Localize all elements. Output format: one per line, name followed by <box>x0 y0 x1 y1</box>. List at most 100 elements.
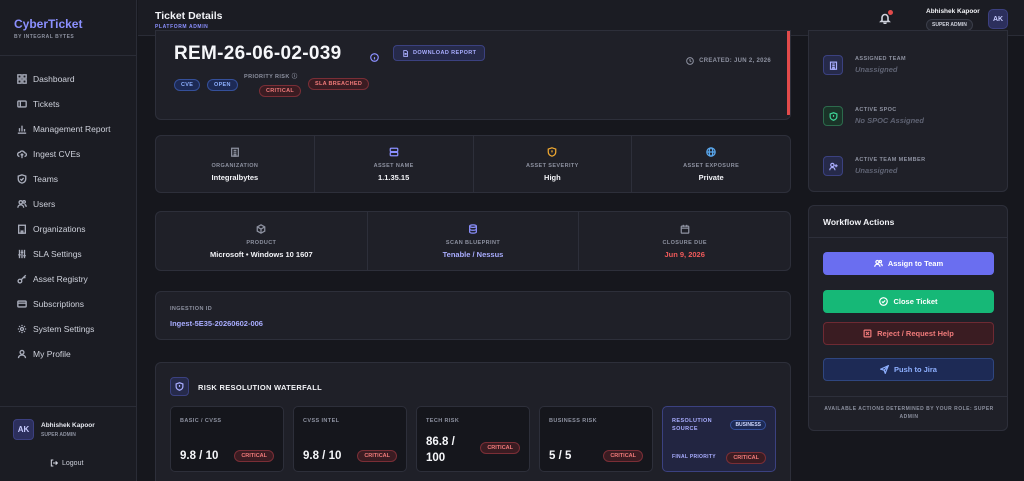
download-report-button[interactable]: DOWNLOAD REPORT <box>393 45 486 61</box>
waterfall-icon-wrapper <box>170 377 189 396</box>
created-date: CREATED: JUN 2, 2026 <box>686 57 771 65</box>
assign-to-team-button[interactable]: Assign to Team <box>823 252 994 275</box>
closure-due-value: Jun 9, 2026 <box>664 249 705 259</box>
tag-cve: CVE <box>174 79 201 91</box>
info-icon <box>370 53 379 62</box>
reject-request-help-button[interactable]: Reject / Request Help <box>823 322 994 345</box>
avatar: AK <box>13 419 34 440</box>
sidebar-divider <box>0 406 137 407</box>
waterfall-step-label: BASIC / CVSS <box>180 418 222 424</box>
building-icon <box>18 224 26 234</box>
product-label: PRODUCT <box>246 239 277 246</box>
sliders-icon <box>18 249 26 258</box>
sidebar-item-label: Tickets <box>33 98 60 109</box>
waterfall-step-label: BUSINESS RISK <box>549 418 597 424</box>
reject-request-help-label: Reject / Request Help <box>877 329 954 338</box>
workflow-role-note: AVAILABLE ACTIONS DETERMINED BY YOUR ROL… <box>824 406 994 420</box>
sla-status-badge: SLA BREACHED <box>308 78 370 90</box>
sidebar-item-label: Dashboard <box>33 73 75 84</box>
sidebar-user[interactable]: AK Abhishek Kapoor SUPER ADMIN <box>13 419 95 440</box>
waterfall-step-badge: CRITICAL <box>357 450 397 462</box>
priority-risk-label: PRIORITY RISK ⓘ <box>244 72 298 80</box>
closure-due-cell: CLOSURE DUE Jun 9, 2026 <box>579 212 790 270</box>
ticket-info-button[interactable] <box>370 49 379 62</box>
severity-accent-bar <box>787 31 790 115</box>
close-ticket-button[interactable]: Close Ticket <box>823 290 994 313</box>
push-to-jira-button[interactable]: Push to Jira <box>823 358 994 381</box>
sidebar-item-teams[interactable]: Teams <box>0 166 137 191</box>
sidebar-item-dashboard[interactable]: Dashboard <box>0 66 137 91</box>
sidebar-item-subscriptions[interactable]: Subscriptions <box>0 291 137 316</box>
active-team-member-row: ACTIVE TEAM MEMBER Unassigned <box>823 156 925 176</box>
sidebar-item-system-settings[interactable]: System Settings <box>0 316 137 341</box>
sidebar-item-users[interactable]: Users <box>0 191 137 216</box>
sidebar-item-label: Subscriptions <box>33 298 85 309</box>
waterfall-step-value: 5 / 5 <box>549 450 572 462</box>
key-icon <box>17 274 27 284</box>
sidebar-item-management-report[interactable]: Management Report <box>0 116 137 141</box>
sidebar-item-my-profile[interactable]: My Profile <box>0 341 137 366</box>
scan-blueprint-cell: SCAN BLUEPRINT Tenable / Nessus <box>368 212 580 270</box>
asset-exposure-value: Private <box>698 172 724 182</box>
scan-blueprint-label: SCAN BLUEPRINT <box>445 239 501 246</box>
asset-severity-cell: ASSET SEVERITY High <box>474 136 633 192</box>
asset-severity-label: ASSET SEVERITY <box>526 162 579 169</box>
scan-blueprint-value[interactable]: Tenable / Nessus <box>443 250 504 259</box>
sidebar-item-tickets[interactable]: Tickets <box>0 91 137 116</box>
check-circle-icon <box>879 297 889 306</box>
user-plus-icon <box>828 162 838 170</box>
assigned-team-row: ASSIGNED TEAM Unassigned <box>823 55 906 75</box>
resolution-source-label: RESOLUTION SOURCE <box>672 418 713 432</box>
asset-exposure-cell: ASSET EXPOSURE Private <box>632 136 790 192</box>
download-report-label: DOWNLOAD REPORT <box>413 50 477 56</box>
sidebar-item-label: Users <box>33 198 56 209</box>
cloud-upload-icon <box>17 149 27 158</box>
asset-name-label: ASSET NAME <box>373 162 414 169</box>
ticket-summary-card: REM-26-06-02-039 DOWNLOAD REPORT CREATED… <box>155 30 791 120</box>
sidebar-divider <box>0 55 137 56</box>
waterfall-step-value: 86.8 / 100 <box>426 436 455 464</box>
waterfall-step-badge: CRITICAL <box>234 450 274 462</box>
building-icon <box>230 147 239 157</box>
sidebar-item-label: Asset Registry <box>33 273 88 284</box>
shield-icon-wrapper <box>823 106 843 126</box>
sidebar-item-asset-registry[interactable]: Asset Registry <box>0 266 137 291</box>
ingestion-id-link[interactable]: Ingest-5E35-20260602-006 <box>170 319 263 328</box>
sidebar-item-sla-settings[interactable]: SLA Settings <box>0 241 137 266</box>
assignment-card: ASSIGNED TEAM Unassigned ACTIVE SPOC No … <box>808 30 1008 192</box>
cube-icon <box>256 223 266 234</box>
sidebar-item-label: Ingest CVEs <box>33 148 81 159</box>
workflow-actions-card: Workflow Actions Assign to Team Close Ti… <box>808 205 1008 431</box>
assign-to-team-label: Assign to Team <box>887 259 944 268</box>
product-info-card: PRODUCT Microsoft • Windows 10 1607 SCAN… <box>155 211 791 271</box>
created-date-text: CREATED: JUN 2, 2026 <box>699 58 771 64</box>
organization-value: Integralbytes <box>211 172 259 182</box>
assigned-team-label: ASSIGNED TEAM <box>855 56 907 62</box>
active-spoc-value: No SPOC Assigned <box>855 116 924 125</box>
tag-status: OPEN <box>207 79 238 91</box>
sidebar-item-label: Management Report <box>33 123 111 134</box>
header-avatar[interactable]: AK <box>988 9 1008 29</box>
priority-risk-badge: CRITICAL <box>259 85 302 97</box>
brand[interactable]: CyberTicket BY INTEGRAL BYTES <box>14 17 82 40</box>
brand-subtitle: BY INTEGRAL BYTES <box>14 34 75 40</box>
logout-button[interactable]: Logout <box>50 459 83 467</box>
asset-exposure-label: ASSET EXPOSURE <box>683 162 740 169</box>
sidebar-item-ingest-cves[interactable]: Ingest CVEs <box>0 141 137 166</box>
notification-button[interactable] <box>879 10 893 25</box>
waterfall-step-tech-risk: TECH RISK 86.8 / 100 CRITICAL <box>416 406 530 472</box>
active-team-member-label: ACTIVE TEAM MEMBER <box>855 157 926 163</box>
logout-label: Logout <box>62 459 84 467</box>
file-icon <box>403 49 409 57</box>
sidebar-nav: Dashboard Tickets Management Report Inge… <box>0 66 137 366</box>
ingestion-id-label: INGESTION ID <box>170 306 213 312</box>
waterfall-step-value: 9.8 / 10 <box>303 450 342 462</box>
organization-label: ORGANIZATION <box>211 162 259 169</box>
push-to-jira-label: Push to Jira <box>894 365 937 374</box>
asset-name-value: 1.1.35.15 <box>377 172 410 182</box>
sidebar-item-organizations[interactable]: Organizations <box>0 216 137 241</box>
closure-due-label: CLOSURE DUE <box>662 239 707 246</box>
final-priority-label: FINAL PRIORITY <box>672 454 716 460</box>
resolution-source-badge: BUSINESS <box>730 420 766 430</box>
send-icon <box>880 365 890 374</box>
